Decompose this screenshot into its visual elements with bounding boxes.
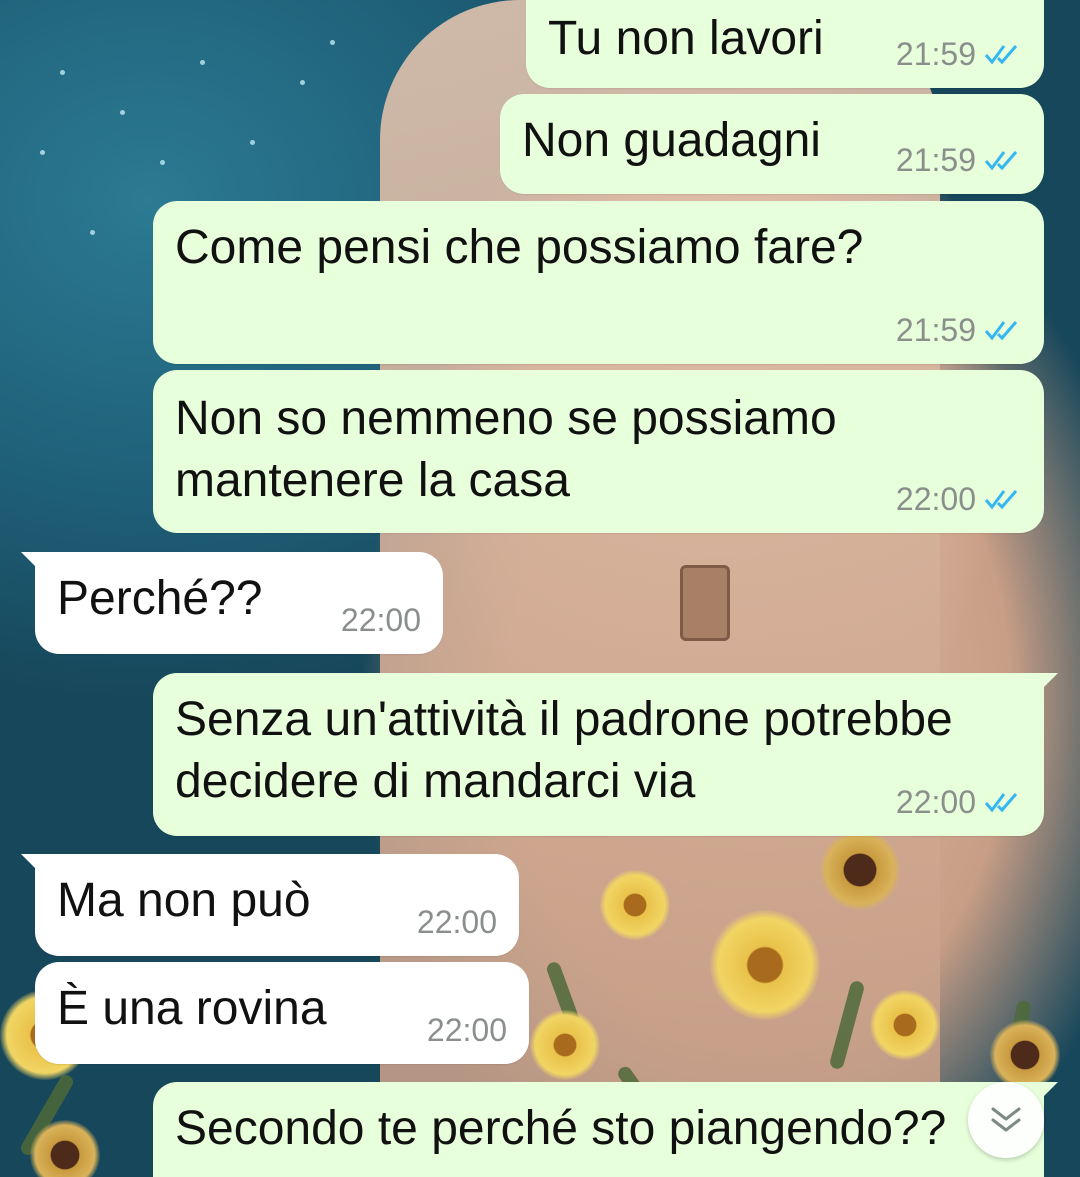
message-time: 22:00 — [340, 602, 421, 638]
bubble-tail — [1034, 673, 1058, 697]
message-time: 21:59 — [895, 36, 976, 72]
scroll-to-bottom-button[interactable] — [968, 1082, 1044, 1158]
message-bubble-outgoing[interactable]: Come pensi che possiamo fare? 21:59 — [153, 201, 1044, 364]
message-bubble-outgoing[interactable]: Non guadagni 21:59 — [500, 94, 1044, 194]
message-meta: 22:00 — [341, 602, 421, 638]
double-check-read-icon — [984, 490, 1018, 510]
message-text: Non so nemmeno se possiamo mantenere la … — [175, 392, 837, 507]
message-time: 22:00 — [895, 784, 976, 820]
message-text: Ma non può — [57, 874, 311, 927]
bubble-tail — [21, 552, 45, 576]
message-bubble-outgoing[interactable]: Senza un'attività il padrone potrebbe de… — [153, 673, 1058, 836]
message-text: Tu non lavori — [548, 12, 824, 65]
message-meta: 21:59 — [896, 142, 1022, 178]
message-text: Non guadagni — [522, 114, 821, 167]
message-text: Senza un'attività il padrone potrebbe de… — [175, 693, 953, 808]
message-time: 22:00 — [416, 904, 497, 940]
double-check-read-icon — [984, 793, 1018, 813]
message-meta: 22:00 — [427, 1012, 507, 1048]
message-meta: 21:59 — [896, 312, 1022, 348]
message-meta: 22:00 — [896, 784, 1022, 820]
message-meta: 22:00 — [417, 904, 497, 940]
suit-panel — [680, 565, 730, 641]
message-text: Perché?? — [57, 572, 263, 625]
message-bubble-incoming[interactable]: Perché?? 22:00 — [21, 552, 443, 654]
double-check-read-icon — [984, 151, 1018, 171]
double-check-read-icon — [984, 45, 1018, 65]
message-bubble-incoming[interactable]: È una rovina 22:00 — [35, 962, 529, 1064]
message-time: 22:00 — [426, 1012, 507, 1048]
message-text: Come pensi che possiamo fare? — [175, 221, 864, 274]
message-bubble-incoming[interactable]: Ma non può 22:00 — [21, 854, 519, 956]
message-meta: 22:00 — [896, 481, 1022, 517]
message-time: 21:59 — [895, 312, 976, 348]
message-bubble-outgoing[interactable]: Secondo te perché sto piangendo?? — [153, 1082, 1058, 1177]
message-time: 21:59 — [895, 142, 976, 178]
message-meta: 21:59 — [896, 36, 1022, 72]
double-check-read-icon — [984, 321, 1018, 341]
message-text: È una rovina — [57, 982, 327, 1035]
message-bubble-outgoing[interactable]: Tu non lavori 21:59 — [526, 0, 1044, 88]
bubble-tail — [21, 854, 45, 878]
message-text: Secondo te perché sto piangendo?? — [175, 1102, 947, 1155]
chevron-double-down-icon — [991, 1107, 1021, 1132]
message-time: 22:00 — [895, 481, 976, 517]
message-bubble-outgoing[interactable]: Non so nemmeno se possiamo mantenere la … — [153, 370, 1044, 533]
